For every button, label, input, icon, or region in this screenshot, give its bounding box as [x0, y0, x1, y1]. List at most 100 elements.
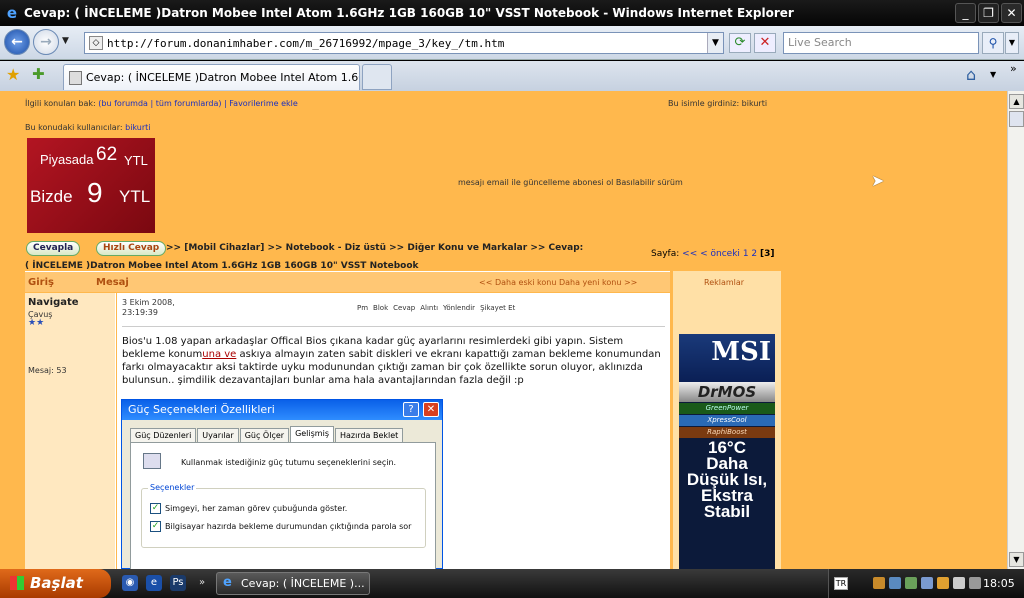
- dialog-title: Güç Seçenekleri Özellikleri: [122, 400, 442, 420]
- home-icon[interactable]: ⌂: [966, 65, 976, 84]
- breadcrumb-topic-title: ( İNCELEME )Datron Mobee Intel Atom 1.6G…: [25, 261, 419, 271]
- action-quote[interactable]: Alıntı: [420, 304, 438, 312]
- quicklaunch-desktop-icon[interactable]: ◉: [122, 575, 138, 591]
- reply-button[interactable]: Cevapla: [26, 241, 81, 256]
- pager-prev[interactable]: < önceki: [700, 249, 740, 259]
- vertical-scrollbar[interactable]: ▲ ▼: [1007, 91, 1024, 569]
- start-button[interactable]: Başlat: [0, 569, 111, 598]
- checkbox-checked-icon: ✓: [150, 503, 161, 514]
- action-report[interactable]: Şikayet Et: [480, 304, 515, 312]
- home-dropdown-icon[interactable]: ▼: [990, 70, 996, 79]
- related-links[interactable]: (bu forumda | tüm forumlarda) | Favorile…: [98, 99, 298, 108]
- breadcrumb[interactable]: >> [Mobil Cihazlar] >> Notebook - Diz üs…: [166, 243, 583, 253]
- refresh-button[interactable]: ⟳: [729, 33, 751, 53]
- divider: [122, 326, 665, 327]
- minimize-button[interactable]: _: [955, 3, 976, 23]
- tray-volume-icon[interactable]: [953, 577, 965, 589]
- dialog-tab: Hazırda Beklet: [334, 428, 404, 442]
- ad-headline: 16°C Daha Düşük Isı, Ekstra Stabil: [686, 438, 768, 521]
- tray-computer-icon[interactable]: [969, 577, 981, 589]
- scroll-down-icon[interactable]: ▼: [1009, 552, 1024, 567]
- dialog-close-icon: ✕: [423, 402, 439, 417]
- msi-logo: MSI: [679, 334, 775, 382]
- address-dropdown-icon[interactable]: ▼: [707, 33, 723, 53]
- msi-advertisement[interactable]: MSI DrMOS GreenPower XpressCool RaphiBoo…: [679, 334, 775, 569]
- col-message: Mesaj: [96, 277, 129, 288]
- search-options-dropdown-icon[interactable]: ▼: [1005, 32, 1019, 54]
- tray-display-icon[interactable]: [921, 577, 933, 589]
- post-body: 3 Ekim 2008, 23:19:39 Pm Blok Cevap Alın…: [117, 293, 670, 569]
- scroll-up-icon[interactable]: ▲: [1009, 94, 1024, 109]
- mouse-cursor-icon: ➤: [871, 171, 885, 190]
- back-button[interactable]: ←: [4, 29, 30, 55]
- navigation-bar: ← → ▼ ◇ http://forum.donanimhaber.com/m_…: [0, 26, 1024, 60]
- action-forward[interactable]: Yönlendir: [443, 304, 475, 312]
- subscribe-link[interactable]: mesajı email ile güncelleme abonesi ol B…: [458, 178, 683, 187]
- address-bar[interactable]: ◇ http://forum.donanimhaber.com/m_267169…: [84, 32, 724, 54]
- action-block[interactable]: Blok: [373, 304, 388, 312]
- ad-feature-2: XpressCool: [679, 415, 775, 426]
- poster-message-count: Mesaj: 53: [28, 366, 67, 375]
- col-from: Giriş: [28, 277, 54, 288]
- action-reply[interactable]: Cevap: [393, 304, 415, 312]
- related-topics: İlgili konuları bak: (bu forumda | tüm f…: [25, 99, 298, 108]
- tray-messenger-icon[interactable]: [937, 577, 949, 589]
- quicklaunch-ie-icon[interactable]: e: [146, 575, 162, 591]
- dialog-panel: Kullanmak istediğiniz güç tutumu seçenek…: [130, 442, 436, 569]
- pager-first[interactable]: <<: [682, 249, 697, 259]
- post-table-header: Giriş Mesaj << Daha eski konu Daha yeni …: [25, 271, 670, 292]
- dialog-tabs: Güç Düzenleri Uyarılar Güç Ölçer Gelişmi…: [130, 426, 404, 442]
- poster-name[interactable]: Navigate: [28, 297, 79, 308]
- tab-current[interactable]: Cevap: ( İNCELEME )Datron Mobee Intel At…: [63, 64, 360, 90]
- maximize-button[interactable]: ❐: [978, 3, 999, 23]
- add-favorites-icon[interactable]: ✚: [32, 65, 45, 83]
- poster-info: Navigate Çavuş ★★ Mesaj: 53: [25, 293, 116, 569]
- quicklaunch-more-icon[interactable]: »: [194, 575, 210, 591]
- address-url[interactable]: http://forum.donanimhaber.com/m_26716992…: [107, 37, 504, 50]
- favorites-star-icon[interactable]: ★: [6, 65, 20, 84]
- signed-in-as: Bu isimle girdiniz: bikurti: [668, 99, 768, 108]
- action-pm[interactable]: Pm: [357, 304, 368, 312]
- window-controls: _ ❐ ✕: [955, 3, 1022, 23]
- quick-reply-button[interactable]: Hızlı Cevap: [96, 241, 167, 256]
- taskbar-window-button[interactable]: e Cevap: ( İNCELEME )...: [216, 572, 370, 595]
- rank-stars-icon: ★★: [28, 318, 45, 328]
- post-date: 3 Ekim 2008, 23:19:39: [122, 298, 175, 317]
- page-content: İlgili konuları bak: (bu forumda | tüm f…: [0, 91, 1007, 569]
- system-tray: TR 18:05: [828, 569, 1024, 598]
- forward-button[interactable]: →: [33, 29, 59, 55]
- language-indicator[interactable]: TR: [834, 577, 848, 590]
- pager: Sayfa: << < önceki 1 2 [3]: [651, 249, 775, 259]
- clock: 18:05: [983, 577, 1015, 590]
- topic-users: Bu konudaki kullanıcılar: bikurti: [25, 123, 151, 132]
- dialog-tab: Güç Düzenleri: [130, 428, 197, 442]
- new-tab-button[interactable]: [362, 64, 392, 90]
- taskbar: Başlat ◉ e Ps » e Cevap: ( İNCELEME )...…: [0, 569, 1024, 598]
- scroll-thumb[interactable]: [1009, 111, 1024, 127]
- quicklaunch-photoshop-icon[interactable]: Ps: [170, 575, 186, 591]
- dialog-prompt: Kullanmak istediğiniz güç tutumu seçenek…: [181, 458, 397, 467]
- stop-button[interactable]: ✕: [754, 33, 776, 53]
- search-icon[interactable]: ⚲: [982, 32, 1004, 54]
- close-button[interactable]: ✕: [1001, 3, 1022, 23]
- recent-pages-dropdown-icon[interactable]: ▼: [62, 36, 69, 46]
- pager-pages[interactable]: 1 2: [743, 249, 757, 259]
- tab-label: Cevap: ( İNCELEME )Datron Mobee Intel At…: [85, 71, 359, 84]
- more-chevron-icon[interactable]: »: [1010, 62, 1017, 75]
- post-actions: Pm Blok Cevap Alıntı Yönlendir Şikayet E…: [357, 304, 515, 312]
- topic-nav-links[interactable]: << Daha eski konu Daha yeni konu >>: [479, 278, 637, 287]
- user-link[interactable]: bikurti: [125, 123, 150, 132]
- tab-page-icon: [69, 70, 82, 85]
- dialog-tab-active: Gelişmiş: [290, 426, 334, 442]
- tray-app-icon[interactable]: [873, 577, 885, 589]
- tray-safely-remove-icon[interactable]: [905, 577, 917, 589]
- tray-network-icon[interactable]: [889, 577, 901, 589]
- options-group-label: Seçenekler: [148, 483, 197, 492]
- dialog-tab: Uyarılar: [197, 428, 239, 442]
- option-tray-icon: ✓ Simgeyi, her zaman görev çubuğunda göst…: [150, 503, 348, 514]
- promo-banner[interactable]: Piyasada 62 YTL Bizde 9 YTL: [27, 138, 155, 233]
- ad-feature-1: GreenPower: [679, 403, 775, 414]
- option-password: ✓ Bilgisayar hazırda bekleme durumundan ç…: [150, 521, 412, 532]
- ad-feature-3: RaphiBoost: [679, 427, 775, 438]
- search-input[interactable]: Live Search: [783, 32, 979, 54]
